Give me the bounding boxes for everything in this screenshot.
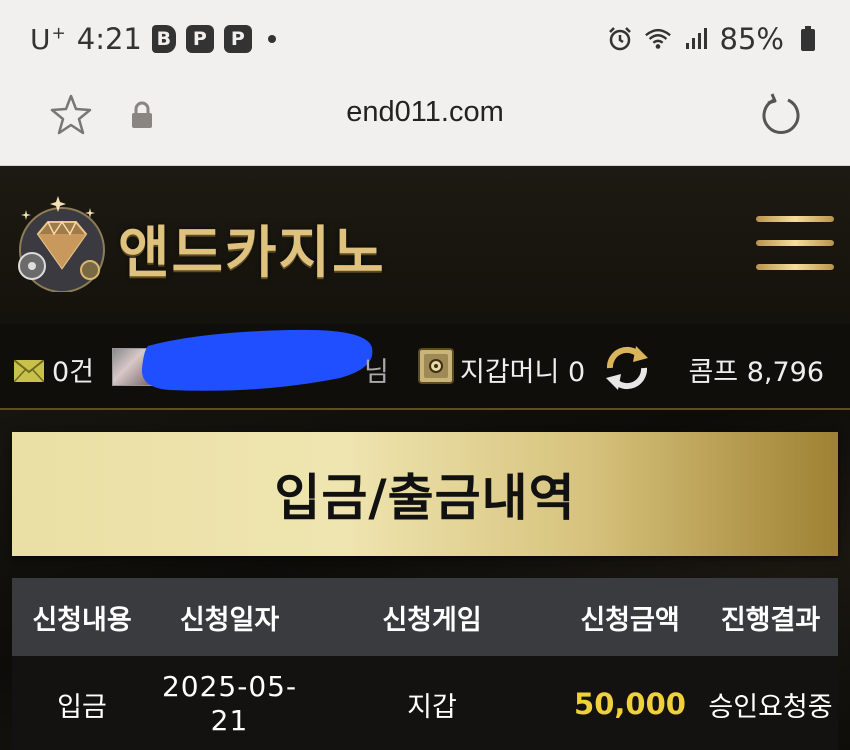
signal-icon bbox=[682, 25, 710, 53]
cell-request-date: 2025-05- 21 bbox=[152, 670, 307, 738]
battery-icon bbox=[794, 25, 822, 53]
status-bar-left: U+ 4:21 B P P bbox=[30, 22, 276, 56]
cell-request-type: 입금 bbox=[57, 691, 107, 723]
page-title: 입금/출금내역 bbox=[274, 469, 576, 527]
safe-wallet-icon bbox=[418, 348, 454, 384]
username-suffix: 님 bbox=[364, 357, 389, 388]
page-title-banner: 입금/출금내역 bbox=[12, 432, 838, 556]
date-line-2: 21 bbox=[210, 704, 249, 737]
site-header: 앤드카지노 bbox=[0, 166, 850, 324]
app-notification-icon: P bbox=[223, 25, 252, 53]
main-content: 입금/출금내역 신청내용 신청일자 신청게임 신청금액 진행결과 입금 2025… bbox=[0, 410, 850, 750]
reload-icon[interactable] bbox=[758, 92, 804, 138]
url-text[interactable]: end011.com bbox=[0, 96, 850, 129]
app-notification-icon: B bbox=[151, 25, 176, 53]
alarm-icon bbox=[606, 25, 634, 53]
header-result: 진행결과 bbox=[720, 604, 821, 636]
browser-address-bar: end011.com bbox=[0, 82, 850, 166]
wallet-money-label: 지갑머니 0 bbox=[460, 357, 586, 388]
status-bar: U+ 4:21 B P P 85% bbox=[0, 0, 850, 82]
site-logo-text[interactable]: 앤드카지노 bbox=[118, 208, 386, 289]
casino-logo-emblem-icon[interactable] bbox=[14, 188, 112, 293]
header-request-date: 신청일자 bbox=[179, 604, 280, 636]
cell-request-amount: 50,000 bbox=[574, 687, 686, 721]
header-request-type: 신청내용 bbox=[32, 604, 132, 636]
message-count[interactable]: 0건 bbox=[52, 350, 94, 389]
refresh-icon[interactable] bbox=[600, 342, 654, 394]
status-bar-right: 85% bbox=[606, 22, 822, 56]
transaction-table: 신청내용 신청일자 신청게임 신청금액 진행결과 입금 2025-05- 21 … bbox=[12, 578, 838, 750]
date-line-1: 2025-05- bbox=[161, 670, 298, 703]
wifi-icon bbox=[644, 25, 672, 53]
app-notification-icon: P bbox=[185, 25, 214, 53]
comp-points-label: 콤프 8,796 bbox=[688, 357, 824, 388]
menu-hamburger-icon[interactable] bbox=[756, 216, 834, 272]
table-row[interactable]: 입금 2025-05- 21 지갑 50,000 승인요청중 bbox=[12, 656, 838, 750]
user-info-bar: 0건 님 지갑머니 0 콤프 8,796 bbox=[0, 324, 850, 410]
cell-request-game: 지갑 bbox=[407, 691, 457, 723]
header-request-amount: 신청금액 bbox=[580, 604, 680, 636]
table-header: 신청내용 신청일자 신청게임 신청금액 진행결과 bbox=[12, 578, 838, 656]
more-notifications-dot-icon bbox=[267, 35, 276, 43]
cell-result: 승인요청중 bbox=[708, 691, 833, 723]
battery-percent: 85% bbox=[719, 22, 784, 56]
clock: 4:21 bbox=[76, 22, 142, 56]
mail-icon[interactable] bbox=[13, 358, 45, 383]
carrier-label: U+ bbox=[30, 22, 67, 56]
redaction-mark bbox=[141, 329, 373, 391]
header-request-game: 신청게임 bbox=[382, 604, 482, 636]
